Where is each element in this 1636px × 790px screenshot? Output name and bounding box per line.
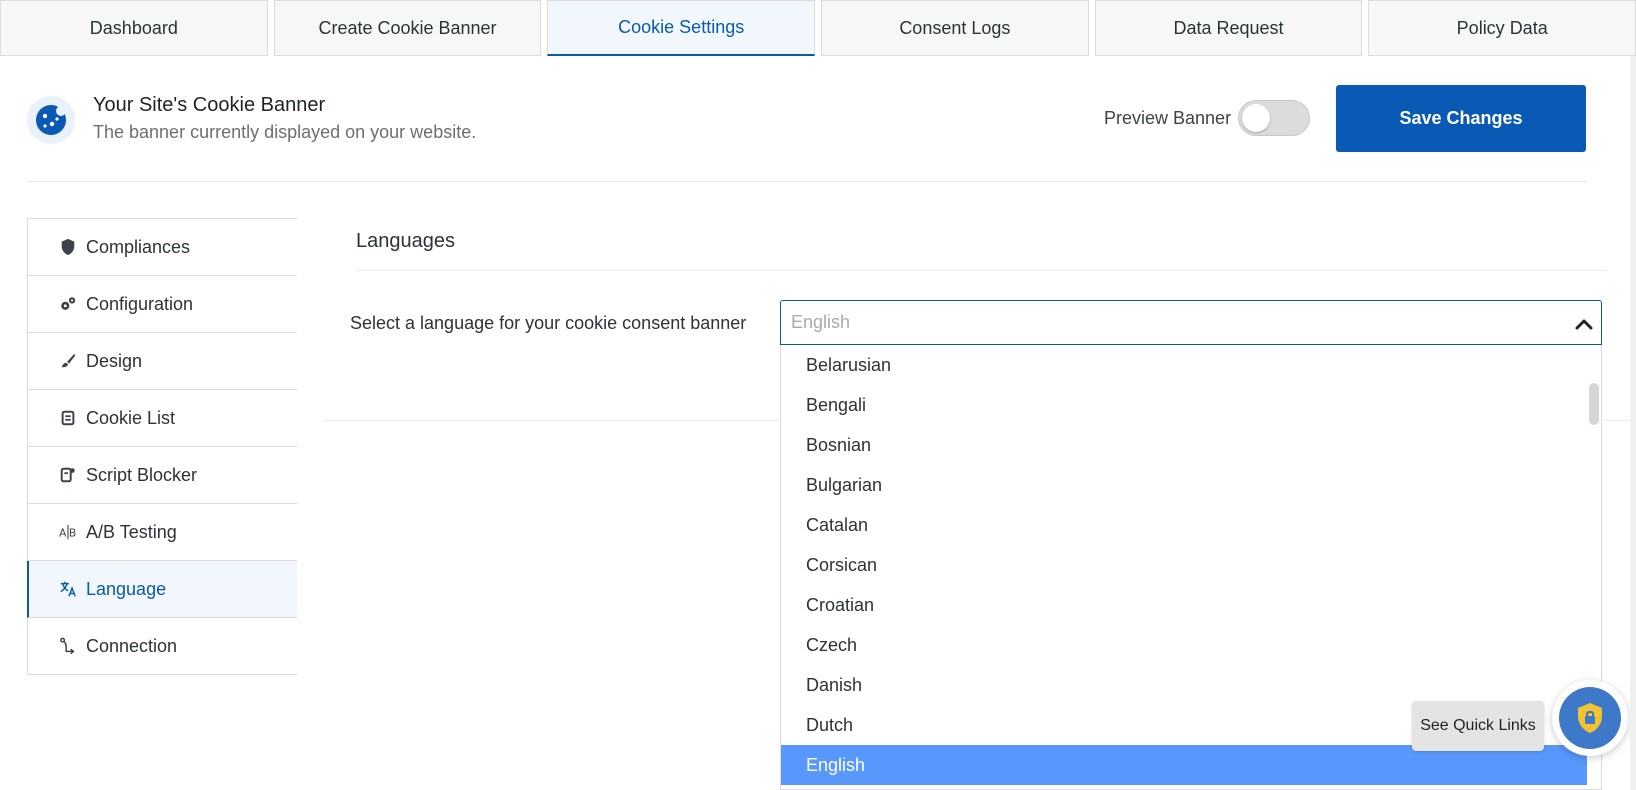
language-field-label: Select a language for your cookie consen… [350,313,747,333]
shield-icon [58,237,78,257]
toggle-knob [1242,104,1270,132]
quick-links-badge[interactable] [1552,680,1628,756]
sidebar-item-configuration[interactable]: Configuration [28,276,297,333]
translate-icon [58,579,78,599]
banner-header: Your Site's Cookie Banner The banner cur… [27,84,1587,182]
language-option[interactable]: Bulgarian [781,465,1587,505]
save-changes-button[interactable]: Save Changes [1336,85,1586,152]
see-quick-links-button[interactable]: See Quick Links [1412,701,1544,751]
language-option[interactable]: Corsican [781,545,1587,585]
section-title: Languages [356,230,455,252]
sidebar-item-design[interactable]: Design [28,333,297,390]
tab-dashboard[interactable]: Dashboard [0,0,268,56]
page-scrollbar[interactable] [1630,56,1636,790]
brush-icon [58,351,78,371]
sidebar-item-label: Cookie List [86,407,176,428]
svg-text:B: B [69,527,76,540]
ab-icon: AB [58,522,78,542]
sidebar-item-compliances[interactable]: Compliances [28,219,297,276]
shield-lock-icon [1578,703,1602,733]
language-option[interactable]: Catalan [781,505,1587,545]
tab-policy-data[interactable]: Policy Data [1368,0,1636,56]
settings-sidebar: Compliances Configuration Design Cookie … [27,218,297,675]
tab-data-request[interactable]: Data Request [1094,0,1363,56]
section-divider [356,270,1606,271]
sidebar-item-connection[interactable]: Connection [28,618,297,675]
tab-create-cookie-banner[interactable]: Create Cookie Banner [273,0,542,56]
top-tabs: Dashboard Create Cookie Banner Cookie Se… [0,0,1636,56]
sidebar-item-label: Compliances [86,236,191,257]
sidebar-item-label: Configuration [86,293,194,314]
language-select[interactable]: English [780,300,1602,345]
cookie-icon [27,96,75,144]
language-option[interactable]: Belarusian [781,345,1587,385]
sidebar-item-language[interactable]: Language [27,561,297,618]
chevron-up-icon [1575,319,1593,330]
connection-icon [58,636,78,656]
language-select-value: English [791,312,851,332]
dropdown-scrollbar[interactable] [1589,383,1599,425]
page-title: Your Site's Cookie Banner [93,94,326,116]
language-option[interactable]: Croatian [781,585,1587,625]
language-option[interactable]: Bosnian [781,425,1587,465]
tab-consent-logs[interactable]: Consent Logs [821,0,1089,56]
sidebar-item-label: Language [86,578,167,599]
sidebar-item-label: Design [86,350,143,371]
gears-icon [58,294,78,314]
language-option-selected[interactable]: English [781,745,1587,785]
language-option[interactable]: Danish [781,665,1587,705]
scroll-icon [58,408,78,428]
page-subtitle: The banner currently displayed on your w… [93,122,477,142]
sidebar-item-label: A/B Testing [86,521,177,542]
quick-links-badge-inner [1559,687,1621,749]
svg-text:A: A [59,527,67,540]
sidebar-item-ab-testing[interactable]: AB A/B Testing [28,504,297,561]
preview-banner-toggle[interactable] [1238,100,1310,136]
script-blocker-icon [58,465,78,485]
sidebar-item-label: Connection [86,635,178,656]
sidebar-item-script-blocker[interactable]: Script Blocker [28,447,297,504]
tab-cookie-settings[interactable]: Cookie Settings [547,0,816,56]
language-option[interactable]: Czech [781,625,1587,665]
sidebar-item-label: Script Blocker [86,464,198,485]
language-option[interactable]: Bengali [781,385,1587,425]
preview-banner-label: Preview Banner [1104,108,1232,128]
sidebar-item-cookie-list[interactable]: Cookie List [28,390,297,447]
